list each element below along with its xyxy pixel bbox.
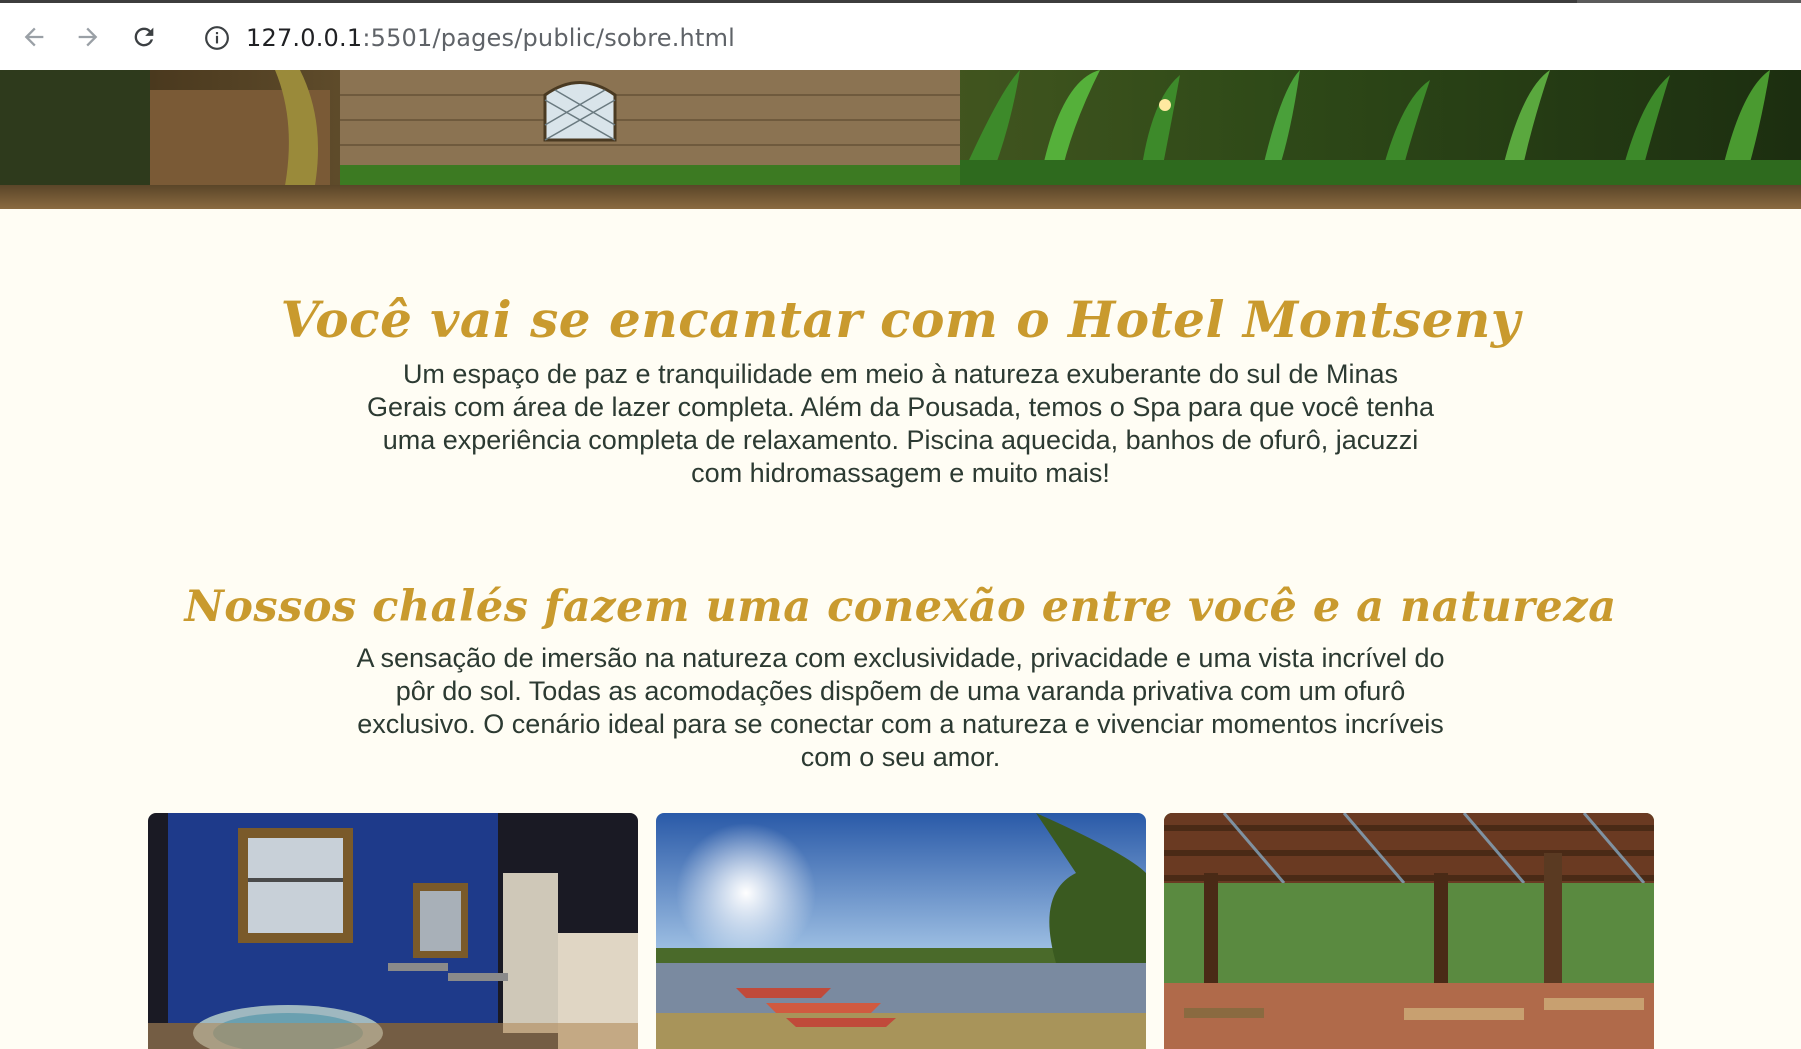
url-path: :5501/pages/public/sobre.html xyxy=(362,24,736,52)
arrow-left-icon[interactable] xyxy=(14,17,54,57)
intro-section: Você vai se encantar com o Hotel Montsen… xyxy=(0,290,1801,490)
browser-toolbar: 127.0.0.1:5501/pages/public/sobre.html xyxy=(0,0,1801,70)
chalets-title: Nossos chalés fazem uma conexão entre vo… xyxy=(184,582,1617,632)
chalets-section: Nossos chalés fazem uma conexão entre vo… xyxy=(0,580,1801,774)
url-host: 127.0.0.1 xyxy=(246,24,363,52)
chalets-text: A sensação de imersão na natureza com ex… xyxy=(356,643,1445,772)
url-text[interactable]: 127.0.0.1:5501/pages/public/sobre.html xyxy=(246,24,735,52)
arrow-right-icon[interactable] xyxy=(68,17,108,57)
hero-banner-image xyxy=(0,70,1801,209)
loading-bar xyxy=(0,0,1577,3)
address-bar[interactable]: 127.0.0.1:5501/pages/public/sobre.html xyxy=(186,9,1801,67)
lake-photo xyxy=(656,813,1146,1049)
pergola-photo xyxy=(1164,813,1654,1049)
intro-text: Um espaço de paz e tranquilidade em meio… xyxy=(366,359,1435,488)
intro-title: Você vai se encantar com o Hotel Montsen… xyxy=(280,290,1521,349)
reload-icon[interactable] xyxy=(124,17,164,57)
info-icon[interactable] xyxy=(204,25,230,51)
chalet-photo xyxy=(148,813,638,1049)
